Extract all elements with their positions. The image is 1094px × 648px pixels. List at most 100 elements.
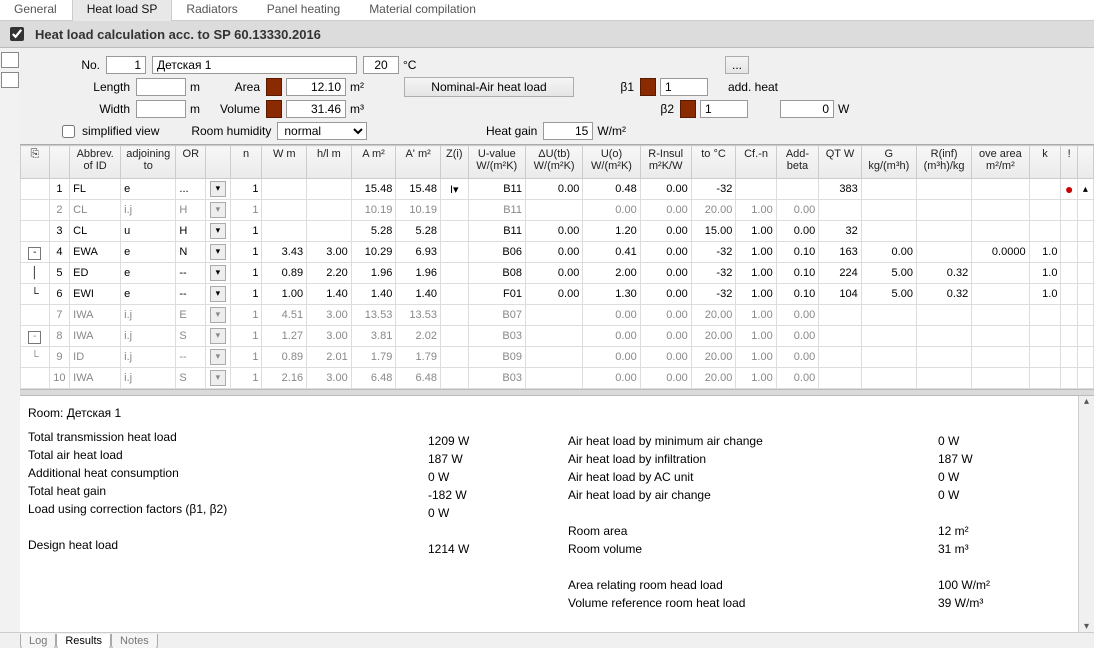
col-scroll [1077,146,1093,179]
tab-material-compilation[interactable]: Material compilation [355,0,491,21]
temp-unit: °C [403,58,416,72]
btab-notes[interactable]: Notes [111,634,158,648]
btab-results[interactable]: Results [56,634,111,648]
table-row[interactable]: 1FLe...▾115.4815.48I▾B110.000.480.00-323… [21,179,1094,200]
summary-value: 0 W [428,468,568,486]
col-to[interactable]: to °C [691,146,736,179]
col-adjoining[interactable]: adjoining to [121,146,176,179]
col-index[interactable] [49,146,69,179]
b2-field[interactable] [700,100,748,118]
table-row[interactable]: └9IDi.j--▾10.892.011.791.79B090.000.0020… [21,347,1094,368]
scroll-up-icon[interactable]: ▴ [1084,396,1089,407]
col-a[interactable]: A m² [351,146,396,179]
summary-scrollbar[interactable]: ▴ ▾ [1078,396,1094,632]
width-field[interactable] [136,100,186,118]
col-or-dd[interactable] [206,146,230,179]
col-uo[interactable]: U(o) W/(m²K) [583,146,640,179]
bottom-tab-bar: Log Results Notes [0,632,1094,648]
col-cfn[interactable]: Cf.-n [736,146,776,179]
summary-label: Air heat load by minimum air change [568,432,938,450]
summary-label [28,518,428,536]
col-ap[interactable]: A' m² [396,146,441,179]
tab-general[interactable]: General [0,0,72,21]
no-label: No. [30,58,106,72]
b2-label: β2 [614,102,680,116]
room-name-field[interactable] [152,56,357,74]
col-n[interactable]: n [230,146,262,179]
col-qt[interactable]: QT W [819,146,862,179]
b1-badge-icon [640,78,656,96]
side-toolbar [0,48,20,632]
summary-value: 0 W [938,486,1038,504]
col-copy-icon[interactable]: ⎘ [21,146,50,179]
summary-label [568,558,938,576]
no-field[interactable] [106,56,146,74]
summary-value: 187 W [428,450,568,468]
summary-value: 0 W [428,504,568,522]
summary-value: 31 m³ [938,540,1038,558]
col-addbeta[interactable]: Add- beta [776,146,819,179]
btab-log[interactable]: Log [20,634,56,648]
table-row[interactable]: └6EWIe--▾11.001.401.401.40F010.001.300.0… [21,284,1094,305]
horizontal-splitter[interactable] [20,389,1094,396]
grid-body[interactable]: 1FLe...▾115.4815.48I▾B110.000.480.00-323… [21,179,1094,390]
summary-label: Load using correction factors (β1, β2) [28,500,428,518]
summary-label: Room area [568,522,938,540]
col-zi[interactable]: Z(i) [440,146,468,179]
summary-label [568,504,938,522]
col-w[interactable]: W m [262,146,307,179]
col-or[interactable]: OR [176,146,206,179]
table-row[interactable]: 2CLi.jH▾110.1910.19B110.000.0020.001.000… [21,200,1094,221]
temp-field[interactable] [363,56,399,74]
summary-label: Air heat load by infiltration [568,450,938,468]
nominal-air-button[interactable]: Nominal-Air heat load [404,77,574,97]
summary-label: Design heat load [28,536,428,554]
simplified-view-check[interactable]: simplified view [58,122,159,141]
col-rinsul[interactable]: R-Insul m²K/W [640,146,691,179]
table-row[interactable]: 3CLuH▾15.285.28B110.001.200.0015.001.000… [21,221,1094,242]
col-rinf[interactable]: R(inf) (m³h)/kg [916,146,971,179]
scroll-down-icon[interactable]: ▾ [1084,621,1089,632]
col-k[interactable]: k [1029,146,1061,179]
col-warn[interactable]: ! [1061,146,1077,179]
table-row[interactable]: │5EDe--▾10.892.201.961.96B080.002.000.00… [21,263,1094,284]
table-row[interactable]: 10IWAi.jS▾12.163.006.486.48B030.000.0020… [21,368,1094,389]
area-field[interactable] [286,78,346,96]
width-unit: m [190,102,200,116]
addheat-label: add. heat [708,80,784,94]
col-g[interactable]: G kg/(m³h) [861,146,916,179]
grid-header: ⎘ Abbrev. of ID adjoining to OR n W m h/… [21,146,1094,179]
b2-badge-icon [680,100,696,118]
col-hl[interactable]: h/l m [307,146,352,179]
more-button[interactable]: ... [725,56,749,74]
heatgain-label: Heat gain [367,124,543,138]
summary-label: Total transmission heat load [28,428,428,446]
b1-field[interactable] [660,78,708,96]
header-enable-checkbox[interactable] [10,27,24,41]
side-icon-2[interactable] [1,72,19,88]
room-name-value: Детская 1 [67,406,121,420]
volume-unit: m³ [350,102,364,116]
addheat-field[interactable] [780,100,834,118]
heatgain-field[interactable] [543,122,593,140]
parameters-panel: No. °C ... Length m Area m² No [20,48,1094,144]
volume-field[interactable] [286,100,346,118]
humidity-select[interactable]: normal [277,122,367,140]
length-field[interactable] [136,78,186,96]
tab-radiators[interactable]: Radiators [172,0,252,21]
tab-heat-load-sp[interactable]: Heat load SP [72,0,173,21]
summary-value: 187 W [938,450,1038,468]
summary-label: Total heat gain [28,482,428,500]
table-row[interactable]: -8IWAi.jS▾11.273.003.812.02B030.000.0020… [21,326,1094,347]
col-abbrev[interactable]: Abbrev. of ID [70,146,121,179]
col-uvalue[interactable]: U-value W/(m²K) [468,146,525,179]
tab-panel-heating[interactable]: Panel heating [253,0,355,21]
col-dutb[interactable]: ΔU(tb) W/(m²K) [525,146,582,179]
summary-value [938,504,1038,522]
table-row[interactable]: -4EWAeN▾13.433.0010.296.93B060.000.410.0… [21,242,1094,263]
header-strip: Heat load calculation acc. to SP 60.1333… [0,21,1094,48]
side-icon-1[interactable] [1,52,19,68]
table-row[interactable]: 7IWAi.jE▾14.513.0013.5313.53B070.000.002… [21,305,1094,326]
simplified-view-checkbox[interactable] [62,125,75,138]
col-ovearea[interactable]: ove area m²/m² [972,146,1029,179]
